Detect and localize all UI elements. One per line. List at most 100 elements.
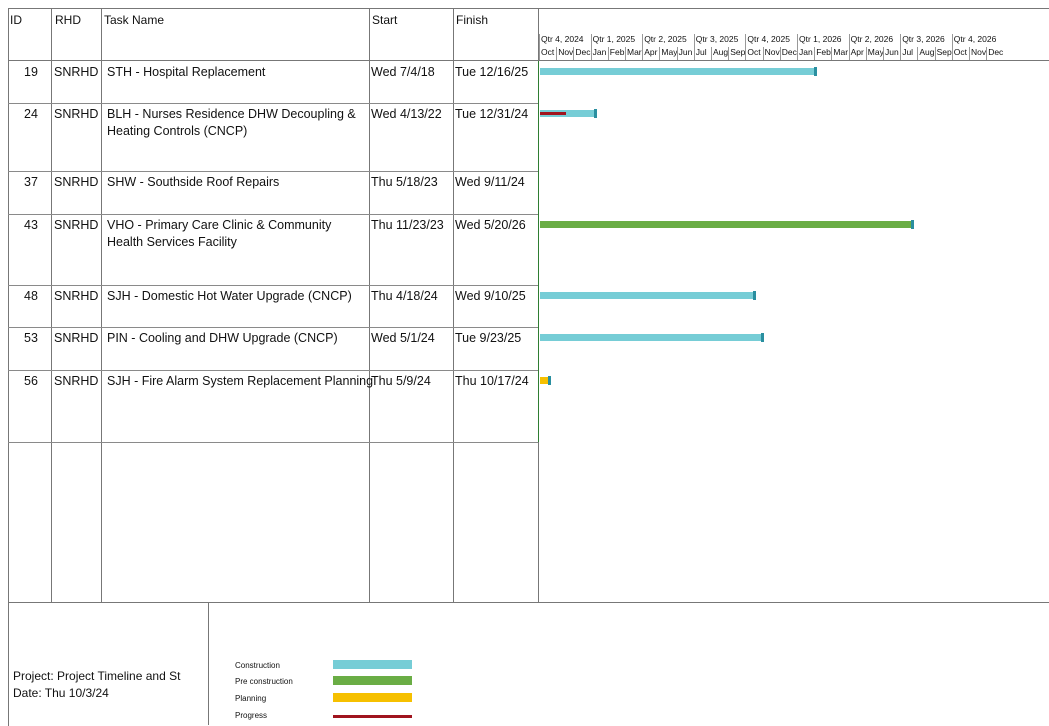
timeline-month: Mar [625,47,642,60]
timeline-month: Dec [986,47,1003,60]
timeline-month: Jul [693,47,711,60]
row-start: Wed 5/1/24 [371,331,435,345]
row-task-name: BLH - Nurses Residence DHW Decoupling & H… [107,106,407,140]
col-sep-start [453,8,454,602]
row-divider [8,171,538,172]
row-finish: Thu 10/17/24 [455,374,529,388]
row-start: Thu 4/18/24 [371,289,438,303]
legend-swatch [333,676,412,685]
timeline-month: Nov [762,47,780,60]
row-id: 43 [24,218,38,232]
row-divider [8,103,538,104]
timeline-month: Sep [728,47,745,60]
row-divider [8,370,538,371]
gantt-bar-end-marker [548,376,551,385]
row-rhd: SNRHD [54,331,99,345]
gantt-bar[interactable] [540,68,815,75]
row-divider [8,442,538,443]
row-task-name: SJH - Domestic Hot Water Upgrade (CNCP) [107,289,352,303]
timeline-month: Oct [951,47,969,60]
timeline-quarter: Qtr 1, 2026 [797,34,849,47]
row-start: Wed 7/4/18 [371,65,435,79]
legend-swatch [333,660,412,669]
timeline-quarter: Qtr 4, 2026 [951,34,1004,47]
row-task-name-cont: Heating Controls (CNCP) [107,124,248,138]
header-rhd: RHD [55,13,81,27]
timeline-month: Jun [883,47,900,60]
row-id: 24 [24,107,38,121]
row-task-name: PIN - Cooling and DHW Upgrade (CNCP) [107,331,338,345]
row-id: 19 [24,65,38,79]
timeline-quarter: Qtr 4, 2024 [539,34,591,47]
timeline-month: Sep [934,47,952,60]
gantt-bar-end-marker [761,333,764,342]
legend-label: Pre construction [235,677,293,686]
timeline-month: Mar [831,47,848,60]
footer-project: Project: Project Timeline and St [13,669,181,683]
today-line [538,61,539,442]
timeline-quarter: Qtr 4, 2025 [745,34,797,47]
gantt-bar-end-marker [594,109,597,118]
timeline-month: Jun [676,47,694,60]
timeline-month: Dec [779,47,797,60]
row-start: Wed 4/13/22 [371,107,442,121]
row-start: Thu 5/9/24 [371,374,431,388]
row-finish: Wed 5/20/26 [455,218,526,232]
timeline-month: Nov [969,47,986,60]
gantt-bar[interactable] [540,221,912,228]
header-finish: Finish [456,13,489,27]
timeline-quarter: Qtr 2, 2025 [642,34,694,47]
row-id: 56 [24,374,38,388]
timeline-month: May [865,47,883,60]
row-divider [8,285,538,286]
row-start: Thu 5/18/23 [371,175,438,189]
timeline-month: Jan [797,47,814,60]
header-id: ID [10,13,22,27]
timeline-month: Feb [814,47,831,60]
gantt-bar[interactable] [540,292,754,299]
header-divider [8,60,1049,61]
legend-swatch [333,693,412,702]
row-rhd: SNRHD [54,289,99,303]
gantt-bar-end-marker [911,220,914,229]
col-sep-task [369,8,370,602]
legend-swatch [333,715,412,718]
timeline-quarter: Qtr 2, 2026 [848,34,901,47]
row-task-name: STH - Hospital Replacement [107,65,266,79]
row-rhd: SNRHD [54,65,99,79]
timeline-month: Oct [745,47,762,60]
timeline-month: Aug [711,47,728,60]
row-rhd: SNRHD [54,107,99,121]
row-divider [8,327,538,328]
row-task-name-cont: Health Services Facility [107,235,237,249]
legend-label: Progress [235,711,268,720]
timeline-quarter: Qtr 3, 2026 [900,34,952,47]
row-divider [8,214,538,215]
row-rhd: SNRHD [54,175,99,189]
timeline-month: Apr [848,47,866,60]
gantt-bar-end-marker [753,291,756,300]
row-finish: Tue 12/31/24 [455,107,529,121]
row-id: 53 [24,331,38,345]
col-sep-rhd [101,8,102,602]
timeline-month: Dec [573,47,591,60]
row-rhd: SNRHD [54,374,99,388]
gantt-bar-end-marker [814,67,817,76]
row-finish: Tue 12/16/25 [455,65,529,79]
footer-vsep [208,602,209,725]
legend-label: Planning [235,694,267,703]
footer-date: Date: Thu 10/3/24 [13,686,109,700]
timeline-month: Jan [590,47,608,60]
legend-label: Construction [235,661,280,670]
timeline-month: Aug [917,47,935,60]
gantt-bar[interactable] [540,334,762,341]
row-finish: Wed 9/10/25 [455,289,526,303]
row-finish: Tue 9/23/25 [455,331,522,345]
timeline-quarter: Qtr 3, 2025 [693,34,746,47]
row-id: 48 [24,289,38,303]
header-task-name: Task Name [104,13,165,27]
row-id: 37 [24,175,38,189]
timeline-month: Jul [900,47,917,60]
timeline-month: Apr [642,47,659,60]
timeline-month: Feb [607,47,625,60]
